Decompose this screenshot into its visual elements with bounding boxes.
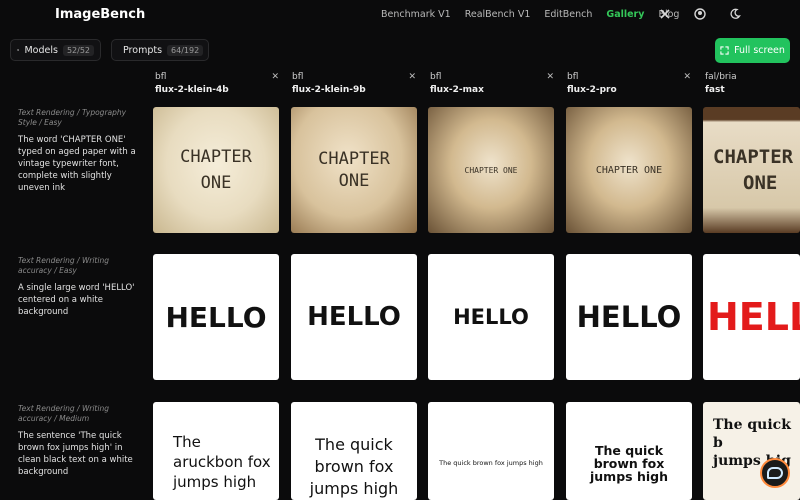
image-text-line: jumps high [309, 479, 399, 498]
image-text-line: CHAPTER ONE [464, 165, 518, 175]
generated-image[interactable]: HELLO [291, 254, 417, 380]
nav-link-gallery[interactable]: Gallery [606, 9, 644, 20]
column-provider: bfl [430, 72, 442, 82]
theme-toggle-icon[interactable] [729, 8, 741, 20]
close-column-icon[interactable]: ✕ [683, 72, 691, 82]
image-text-line: CHAPTER [180, 147, 252, 167]
image-text-line: The [173, 433, 201, 451]
close-column-icon[interactable]: ✕ [408, 72, 416, 82]
prompt-label: Text Rendering / Typography Style / Easy… [18, 108, 143, 194]
column-provider: bfl [567, 72, 579, 82]
full-screen-label: Full screen [734, 45, 785, 56]
prompt-category: Text Rendering / Writing accuracy / Medi… [18, 404, 109, 423]
column-header: bfl flux-2-klein-4b ✕ [155, 72, 281, 100]
app-logo[interactable]: ImageBench [55, 7, 145, 22]
column-model-name: fast [705, 85, 725, 95]
sliders-icon [17, 49, 20, 51]
column-provider: fal/bria [705, 72, 737, 82]
image-text-line: HELLO [576, 300, 682, 334]
models-filter-button[interactable]: Models 52/52 [10, 39, 101, 61]
column-model-name: flux-2-klein-9b [292, 85, 366, 95]
prompt-text: A single large word 'HELLO' centered on … [18, 283, 135, 317]
image-text-line: The quick brown fox jumps high [439, 459, 543, 467]
chat-support-icon[interactable] [760, 458, 790, 488]
models-count-badge: 52/52 [62, 44, 94, 56]
expand-icon [720, 46, 729, 55]
generated-image[interactable]: CHAPTER ONE [153, 107, 279, 233]
prompt-text: The word 'CHAPTER ONE' typed on aged pap… [18, 135, 136, 193]
generated-image[interactable]: The quick brown fox jumps high [428, 402, 554, 500]
image-text-line: CHAPTER ONE [595, 164, 663, 176]
generated-image[interactable]: The aruckbon fox jumps high [153, 402, 279, 500]
prompt-category: Text Rendering / Writing accuracy / Easy [18, 256, 109, 275]
image-text-line: CHAPTER [318, 149, 390, 169]
generated-image[interactable]: CHAPTER ONE [428, 107, 554, 233]
image-text-line: brown fox [314, 457, 394, 476]
models-filter-label: Models [24, 44, 58, 56]
image-text-line: HELLO [453, 305, 529, 329]
column-header: bfl flux-2-max ✕ [430, 72, 556, 100]
prompts-filter-button[interactable]: Prompts 64/192 [111, 39, 209, 61]
column-header: bfl flux-2-pro ✕ [567, 72, 693, 100]
generated-image[interactable]: HELLO [428, 254, 554, 380]
prompt-label: Text Rendering / Writing accuracy / Medi… [18, 404, 143, 478]
image-text-line: HELLO [165, 300, 267, 334]
image-text-line: HELL [707, 295, 800, 339]
image-text-line: CHAPTER [713, 146, 794, 168]
prompt-category: Text Rendering / Typography Style / Easy [18, 108, 127, 127]
generated-image[interactable]: CHAPTER ONE [566, 107, 692, 233]
column-header: fal/bria fast [705, 72, 800, 100]
generated-image[interactable]: The quick brown fox jumps high [566, 402, 692, 500]
image-text-line: The quick b [713, 417, 791, 451]
image-text-line: jumps high [173, 473, 257, 491]
close-column-icon[interactable]: ✕ [271, 72, 279, 82]
column-header: bfl flux-2-klein-9b ✕ [292, 72, 418, 100]
nav-link-benchmark-v1[interactable]: Benchmark V1 [381, 9, 451, 20]
generated-image[interactable]: CHAPTER ONE [291, 107, 417, 233]
generated-image[interactable]: HELLO [566, 254, 692, 380]
github-icon[interactable] [694, 8, 706, 20]
column-model-name: flux-2-pro [567, 85, 617, 95]
generated-image[interactable]: CHAPTER ONE [703, 107, 800, 233]
image-text-line: jumps high [590, 469, 668, 484]
prompt-text: The sentence 'The quick brown fox jumps … [18, 431, 133, 477]
generated-image[interactable]: The quick b jumps hig [703, 402, 800, 500]
generated-image[interactable]: The quick brown fox jumps high [291, 402, 417, 500]
close-column-icon[interactable]: ✕ [546, 72, 554, 82]
column-provider: bfl [292, 72, 304, 82]
image-text-line: The quick [315, 435, 393, 454]
top-navigation: ImageBench Benchmark V1 RealBench V1 Edi… [0, 0, 800, 30]
generated-image[interactable]: HELL [703, 254, 800, 380]
image-text-line: ONE [200, 173, 232, 193]
x-social-icon[interactable] [659, 8, 671, 20]
image-text-line: ONE [338, 171, 370, 191]
nav-links: Benchmark V1 RealBench V1 EditBench Gall… [381, 9, 679, 20]
image-text-line: ONE [743, 172, 778, 194]
prompts-count-badge: 64/192 [167, 44, 204, 56]
full-screen-button[interactable]: Full screen [715, 38, 790, 63]
column-model-name: flux-2-max [430, 85, 484, 95]
image-text-line: aruckbon fox [173, 453, 271, 471]
nav-link-realbench-v1[interactable]: RealBench V1 [465, 9, 531, 20]
prompt-label: Text Rendering / Writing accuracy / Easy… [18, 256, 143, 318]
column-model-name: flux-2-klein-4b [155, 85, 229, 95]
image-text-line: HELLO [307, 302, 401, 332]
nav-link-editbench[interactable]: EditBench [544, 9, 592, 20]
generated-image[interactable]: HELLO [153, 254, 279, 380]
prompts-filter-label: Prompts [123, 44, 163, 56]
column-provider: bfl [155, 72, 167, 82]
